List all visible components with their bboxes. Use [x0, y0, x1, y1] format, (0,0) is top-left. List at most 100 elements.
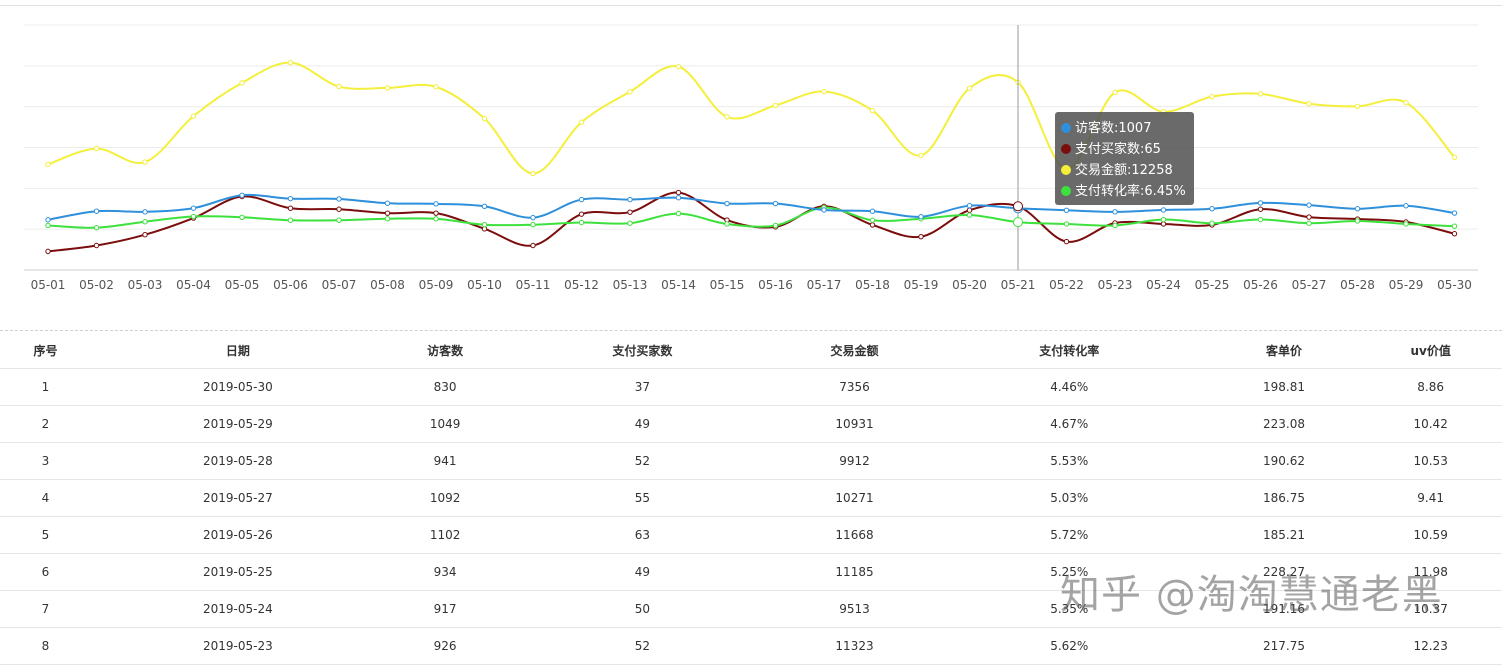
- column-header-date[interactable]: 日期: [91, 332, 385, 369]
- series-point[interactable]: [1112, 89, 1118, 96]
- column-header-unit-price[interactable]: 客单价: [1208, 332, 1360, 369]
- series-point[interactable]: [675, 63, 682, 70]
- series-point[interactable]: [578, 219, 585, 226]
- series-point[interactable]: [142, 209, 148, 215]
- series-point[interactable]: [142, 159, 148, 165]
- series-point[interactable]: [1112, 209, 1118, 215]
- column-header-uv-value[interactable]: uv价值: [1359, 332, 1502, 369]
- table-row[interactable]: 3 2019-05-28 941 52 9912 5.53% 190.62 10.53: [0, 442, 1502, 480]
- series-point[interactable]: [239, 214, 245, 220]
- series-point[interactable]: [627, 220, 633, 226]
- series-point[interactable]: [724, 114, 730, 120]
- series-point[interactable]: [142, 232, 148, 238]
- series-point[interactable]: [1209, 93, 1215, 100]
- series-point[interactable]: [1451, 231, 1458, 237]
- series-point[interactable]: [384, 200, 391, 206]
- series-point[interactable]: [336, 196, 342, 202]
- series-point[interactable]: [627, 89, 633, 95]
- series-point[interactable]: [45, 222, 51, 229]
- series-point[interactable]: [1063, 238, 1070, 245]
- series-point[interactable]: [481, 222, 488, 228]
- series-point[interactable]: [578, 211, 585, 217]
- series-point[interactable]: [142, 219, 148, 225]
- series-point[interactable]: [675, 195, 682, 201]
- series-point[interactable]: [724, 221, 730, 227]
- series-point[interactable]: [287, 205, 294, 211]
- series-point[interactable]: [869, 222, 876, 228]
- series-point[interactable]: [433, 216, 439, 222]
- series-point[interactable]: [675, 189, 682, 196]
- series-point[interactable]: [578, 119, 585, 125]
- series-point[interactable]: [1257, 91, 1264, 97]
- series-point[interactable]: [336, 83, 342, 90]
- column-header-index[interactable]: 序号: [0, 332, 91, 369]
- series-point[interactable]: [384, 216, 391, 222]
- series-point[interactable]: [384, 210, 391, 216]
- series-point[interactable]: [1160, 221, 1167, 227]
- series-point[interactable]: [724, 200, 730, 207]
- series-point[interactable]: [1063, 207, 1070, 213]
- series-point[interactable]: [45, 248, 51, 255]
- series-point[interactable]: [966, 207, 973, 213]
- series-point[interactable]: [1209, 206, 1215, 212]
- series-point[interactable]: [1451, 210, 1458, 216]
- series-point[interactable]: [190, 213, 197, 220]
- column-header-amount[interactable]: 交易金额: [779, 332, 930, 369]
- series-point[interactable]: [1306, 220, 1312, 226]
- series-point[interactable]: [1306, 101, 1312, 107]
- series-point[interactable]: [1063, 221, 1070, 227]
- series-point[interactable]: [918, 214, 924, 220]
- series-point[interactable]: [93, 208, 100, 214]
- table-row[interactable]: 4 2019-05-27 1092 55 10271 5.03% 186.75 9.41: [0, 479, 1502, 517]
- series-point[interactable]: [93, 145, 100, 152]
- series-point[interactable]: [93, 242, 100, 249]
- series-point[interactable]: [1257, 200, 1264, 206]
- series-point[interactable]: [336, 206, 342, 212]
- series-point[interactable]: [869, 217, 876, 223]
- series-point[interactable]: [1112, 222, 1118, 229]
- series-point[interactable]: [530, 214, 536, 221]
- series-point[interactable]: [821, 88, 827, 95]
- series-point[interactable]: [433, 84, 439, 90]
- series-point[interactable]: [675, 210, 682, 217]
- column-header-conversion[interactable]: 支付转化率: [929, 332, 1209, 369]
- series-point[interactable]: [772, 102, 779, 109]
- line-chart[interactable]: 05-01 05-02 05-03 05-04 05-05 05-06 05-07 05-08…: [0, 0, 1502, 330]
- series-point[interactable]: [966, 212, 973, 218]
- series-point[interactable]: [93, 224, 100, 231]
- table-row[interactable]: 1 2019-05-30 830 37 7356 4.46% 198.81 8.86: [0, 368, 1502, 406]
- series-point[interactable]: [190, 205, 197, 211]
- series-point[interactable]: [1209, 220, 1215, 226]
- series-point[interactable]: [433, 210, 439, 216]
- series-point[interactable]: [1306, 214, 1312, 220]
- series-point[interactable]: [869, 208, 876, 214]
- series-point[interactable]: [772, 200, 779, 207]
- series-point[interactable]: [287, 195, 294, 202]
- table-row[interactable]: 8 2019-05-23 926 52 11323 5.62% 217.75 12.23: [0, 627, 1502, 665]
- series-point[interactable]: [530, 242, 536, 249]
- series-point[interactable]: [627, 209, 633, 215]
- series-point[interactable]: [384, 85, 391, 91]
- column-header-visitors[interactable]: 访客数: [384, 332, 506, 369]
- series-point[interactable]: [1354, 103, 1361, 110]
- series-point[interactable]: [45, 217, 51, 223]
- series-point[interactable]: [772, 222, 779, 229]
- series-point[interactable]: [433, 201, 439, 207]
- series-point[interactable]: [1257, 206, 1264, 212]
- series-point[interactable]: [239, 80, 245, 86]
- series-point[interactable]: [821, 207, 827, 213]
- series-point[interactable]: [869, 107, 876, 114]
- column-header-buyers[interactable]: 支付买家数: [505, 332, 780, 369]
- series-point[interactable]: [578, 196, 585, 203]
- series-point[interactable]: [1354, 206, 1361, 212]
- series-point[interactable]: [287, 59, 294, 66]
- series-point[interactable]: [1451, 154, 1458, 161]
- series-point[interactable]: [1306, 202, 1312, 208]
- series-point[interactable]: [530, 222, 536, 228]
- series-point[interactable]: [1160, 216, 1167, 223]
- series-point[interactable]: [287, 217, 294, 223]
- series-point[interactable]: [918, 233, 924, 240]
- series-point[interactable]: [627, 196, 633, 203]
- series-point[interactable]: [481, 203, 488, 210]
- table-row[interactable]: 5 2019-05-26 1102 63 11668 5.72% 185.21 10.59: [0, 516, 1502, 554]
